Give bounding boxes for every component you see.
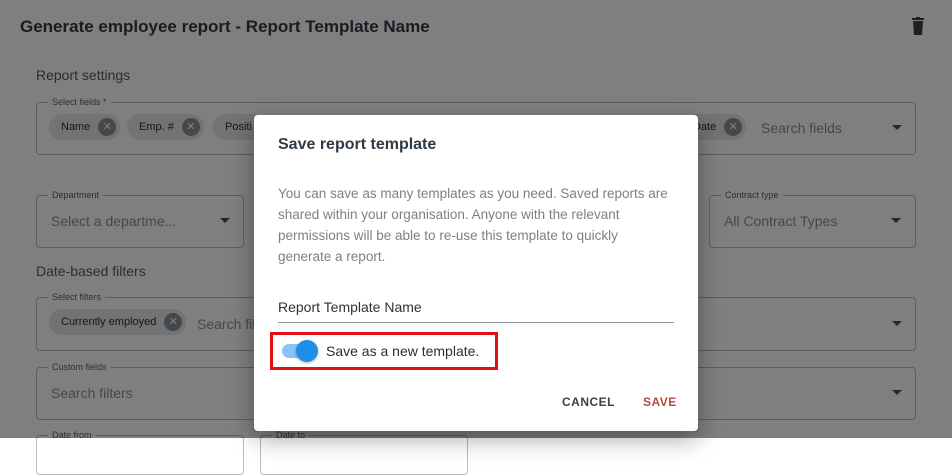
dialog-title: Save report template	[278, 136, 437, 153]
toggle-label: Save as a new template.	[326, 343, 480, 359]
dialog-description: You can save as many templates as you ne…	[278, 186, 668, 264]
template-name-field[interactable]	[278, 293, 674, 323]
save-template-dialog: Save report template You can save as man…	[254, 115, 698, 431]
save-as-new-toggle-row[interactable]: Save as a new template.	[270, 332, 498, 370]
date-to-input[interactable]: Date to	[260, 430, 468, 475]
save-button[interactable]: SAVE	[637, 391, 683, 413]
toggle-switch[interactable]	[296, 340, 318, 362]
cancel-button[interactable]: CANCEL	[556, 391, 621, 413]
template-name-input[interactable]	[278, 293, 674, 321]
date-from-input[interactable]: Date from	[36, 430, 244, 475]
